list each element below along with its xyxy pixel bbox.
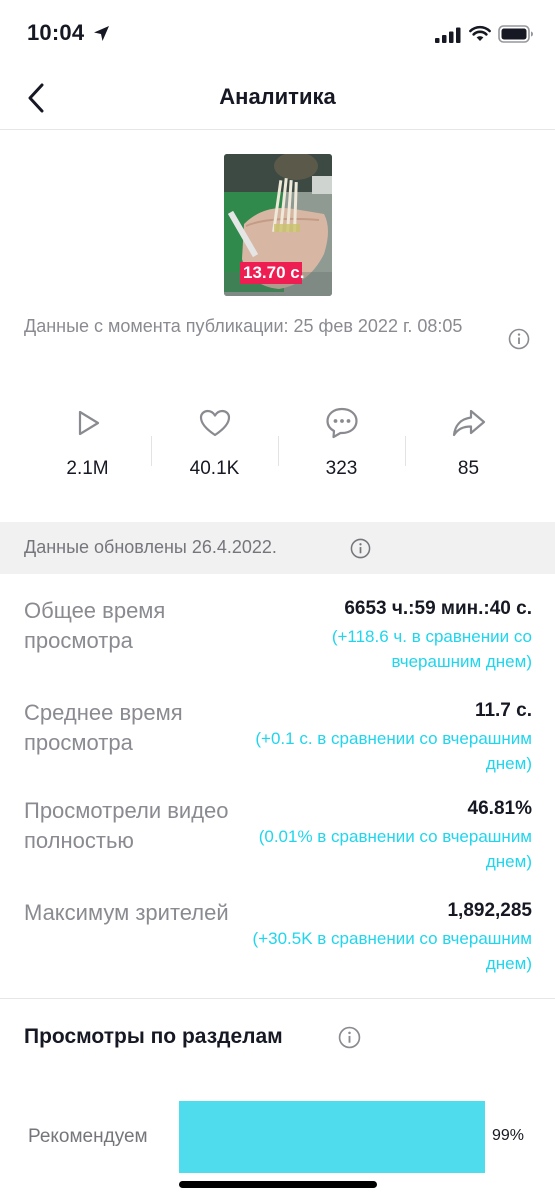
metric-value: 11.7 с. xyxy=(474,700,532,721)
page-title: Аналитика xyxy=(219,84,336,109)
metric-label: Общее время просмотра xyxy=(24,598,166,653)
metric-comparison: (+118.6 ч. в сравнении со вчерашним днем… xyxy=(331,627,532,671)
heart-icon xyxy=(151,400,278,446)
wifi-icon xyxy=(469,25,491,47)
stat-value: 85 xyxy=(457,458,480,479)
metric-comparison: (+30.5K в сравнении со вчерашним днем) xyxy=(252,929,532,973)
cellular-signal-icon xyxy=(435,27,461,48)
stat-value: 323 xyxy=(325,458,358,479)
metric-value: 46.81% xyxy=(467,798,532,819)
metric-label: Просмотрели видео полностью xyxy=(24,798,229,853)
play-icon xyxy=(24,400,151,446)
metric-average-watch-time: Среднее время просмотра 11.7 с. (+0.1 с.… xyxy=(24,698,532,788)
metric-comparison: (+0.1 с. в сравнении со вчерашним днем) xyxy=(255,729,532,773)
info-icon[interactable] xyxy=(350,538,371,564)
metric-comparison: (0.01% в сравнении со вчерашним днем) xyxy=(258,827,532,871)
metric-label: Среднее время просмотра xyxy=(24,700,183,755)
location-arrow-icon xyxy=(93,25,110,47)
stat-likes: 40.1K xyxy=(151,400,278,490)
nav-bar: Аналитика xyxy=(0,68,555,130)
engagement-stats: 2.1M 40.1K 323 85 xyxy=(24,400,532,490)
section-divider xyxy=(0,998,555,999)
traffic-source-percent: 99% xyxy=(492,1127,525,1144)
metric-total-watch-time: Общее время просмотра 6653 ч.:59 мин.:40… xyxy=(24,596,532,686)
stat-views: 2.1M xyxy=(24,400,151,490)
data-updated-banner: Данные обновлены 26.4.2022. xyxy=(0,522,555,574)
home-indicator xyxy=(179,1181,377,1188)
metric-max-viewers: Максимум зрителей 1,892,285 (+30.5K в ср… xyxy=(24,898,532,988)
status-bar: 10:04 xyxy=(0,0,555,68)
metric-label: Максимум зрителей xyxy=(24,900,229,925)
stat-shares: 85 xyxy=(405,400,532,490)
data-updated-text: Данные обновлены 26.4.2022. xyxy=(24,537,277,557)
share-icon xyxy=(405,400,532,446)
comment-icon xyxy=(278,400,405,446)
stat-value: 40.1K xyxy=(189,458,240,479)
info-icon[interactable] xyxy=(508,328,530,355)
info-icon[interactable] xyxy=(338,1026,361,1054)
section-title: Просмотры по разделам xyxy=(24,1025,283,1048)
published-info: Данные с момента публикации: 25 фев 2022… xyxy=(24,316,463,336)
video-thumbnail[interactable]: 13.70 с. xyxy=(224,154,332,296)
metric-value: 1,892,285 xyxy=(447,900,532,921)
stat-value: 2.1M xyxy=(66,458,109,479)
traffic-source-bar xyxy=(179,1101,485,1173)
thumbnail-caption: 13.70 с. xyxy=(240,262,304,284)
metric-value: 6653 ч.:59 мин.:40 с. xyxy=(344,598,532,619)
metric-full-video-watched: Просмотрели видео полностью 46.81% (0.01… xyxy=(24,796,532,886)
traffic-source-label: Рекомендуем xyxy=(28,1126,148,1147)
status-time: 10:04 xyxy=(27,20,85,45)
stat-comments: 323 xyxy=(278,400,405,490)
battery-icon xyxy=(498,25,534,48)
